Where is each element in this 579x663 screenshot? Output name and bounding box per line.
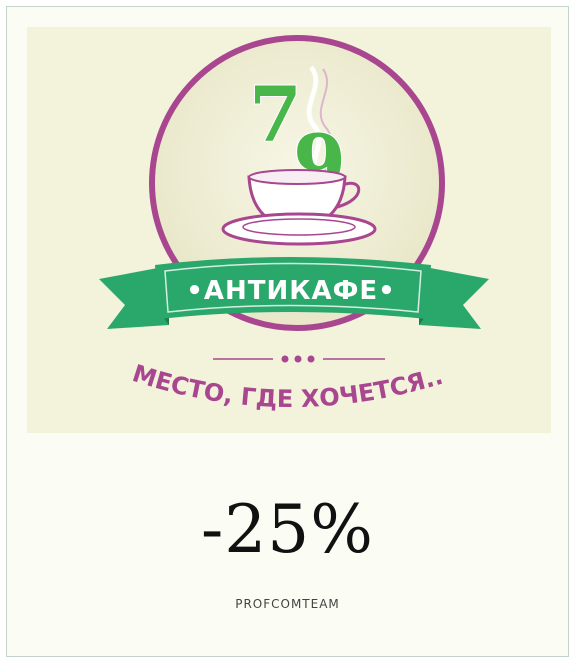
offer-card[interactable]: 7 9 •АНТИКАФЕ• МЕСТО, ГДЕ ХОЧЕТСЯ.. -25%…: [6, 6, 569, 657]
ribbon-text: •АНТИКАФЕ•: [186, 276, 396, 306]
logo-graphic: 7 9 •АНТИКАФЕ• МЕСТО, ГДЕ ХОЧЕТСЯ..: [27, 27, 489, 413]
discount-value: -25%: [201, 491, 374, 568]
divider-dots: [213, 355, 385, 363]
author-label[interactable]: PROFCOMTEAM: [7, 597, 568, 611]
anticafe-logo: 7 9 •АНТИКАФЕ• МЕСТО, ГДЕ ХОЧЕТСЯ..: [27, 27, 551, 433]
